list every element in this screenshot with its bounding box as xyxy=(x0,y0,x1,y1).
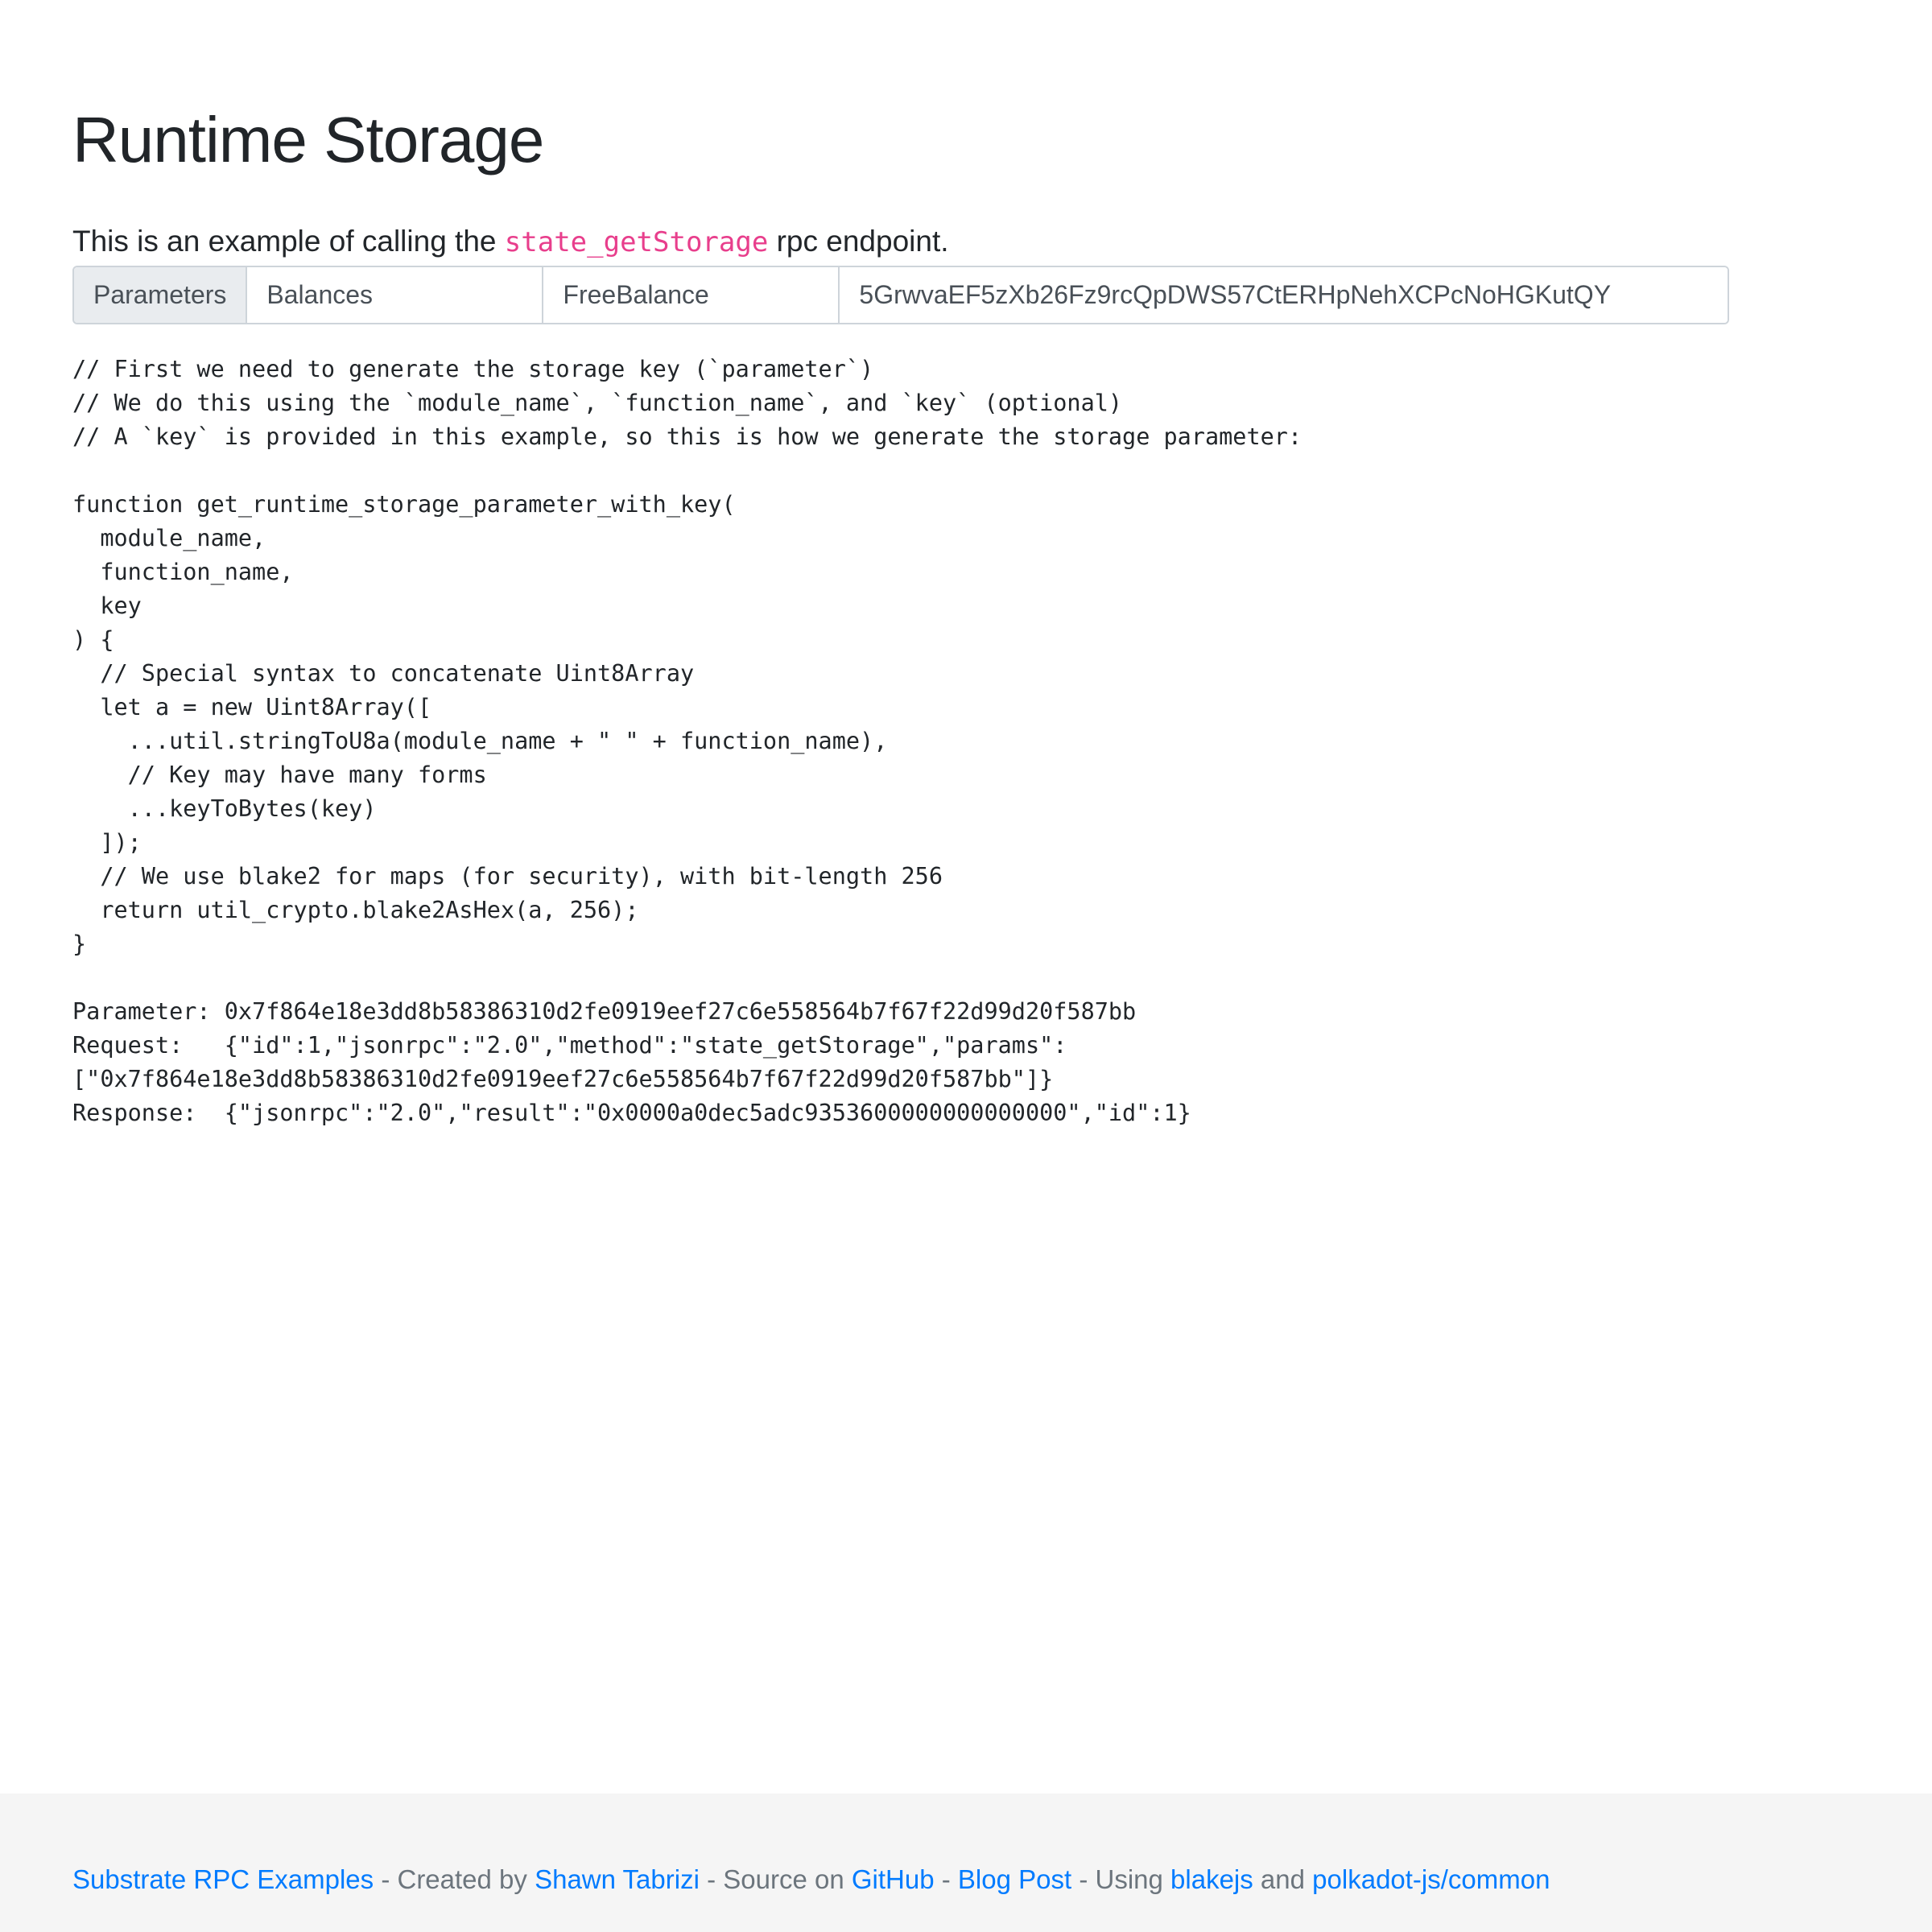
code-line: // First we need to generate the storage… xyxy=(72,356,874,382)
function-name-input[interactable] xyxy=(543,267,840,323)
footer-link-blog[interactable]: Blog Post xyxy=(958,1864,1071,1894)
code-line: // Special syntax to concatenate Uint8Ar… xyxy=(72,660,695,687)
code-line: // We use blake2 for maps (for security)… xyxy=(72,863,943,890)
code-line: } xyxy=(72,931,87,957)
response-value: {"jsonrpc":"2.0","result":"0x0000a0dec5a… xyxy=(224,1100,1191,1126)
description-suffix: rpc endpoint. xyxy=(768,225,949,258)
module-name-input[interactable] xyxy=(247,267,544,323)
parameters-label: Parameters xyxy=(74,267,248,323)
parameter-label: Parameter: xyxy=(72,998,225,1025)
description-prefix: This is an example of calling the xyxy=(72,225,505,258)
code-line: ...util.stringToU8a(module_name + " " + … xyxy=(72,728,888,754)
footer-separator: and xyxy=(1253,1864,1313,1894)
code-line: return util_crypto.blake2AsHex(a, 256); xyxy=(72,897,639,923)
request-label: Request: xyxy=(72,1032,225,1059)
code-line: key xyxy=(72,592,142,619)
footer-link-author[interactable]: Shawn Tabrizi xyxy=(535,1864,700,1894)
code-line: let a = new Uint8Array([ xyxy=(72,694,432,720)
rpc-method-code: state_getStorage xyxy=(504,226,769,258)
code-line: function_name, xyxy=(72,559,294,585)
response-label: Response: xyxy=(72,1100,225,1126)
footer-link-blakejs[interactable]: blakejs xyxy=(1170,1864,1253,1894)
key-input[interactable] xyxy=(840,267,1728,323)
code-line: function get_runtime_storage_parameter_w… xyxy=(72,491,736,518)
footer: Substrate RPC Examples - Created by Shaw… xyxy=(0,1794,1932,1932)
code-line: ]); xyxy=(72,829,142,856)
page-title: Runtime Storage xyxy=(72,104,544,175)
footer-separator: - xyxy=(934,1864,958,1894)
footer-text: Substrate RPC Examples - Created by Shaw… xyxy=(72,1864,1550,1895)
footer-link-polkadot[interactable]: polkadot-js/common xyxy=(1312,1864,1550,1894)
footer-link-examples[interactable]: Substrate RPC Examples xyxy=(72,1864,374,1894)
code-line: ...keyToBytes(key) xyxy=(72,795,377,822)
parameter-value: 0x7f864e18e3dd8b58386310d2fe0919eef27c6e… xyxy=(224,998,1137,1025)
code-block: // First we need to generate the storage… xyxy=(72,353,1302,961)
footer-separator: - Created by xyxy=(374,1864,535,1894)
footer-separator: - Source on xyxy=(699,1864,852,1894)
rpc-output: Parameter: 0x7f864e18e3dd8b58386310d2fe0… xyxy=(72,995,1191,1130)
footer-link-github[interactable]: GitHub xyxy=(852,1864,935,1894)
code-line: // Key may have many forms xyxy=(72,762,487,788)
code-line: ) { xyxy=(72,626,114,653)
parameters-input-group: Parameters xyxy=(72,266,1729,324)
code-line: // A `key` is provided in this example, … xyxy=(72,423,1302,450)
page-description: This is an example of calling the state_… xyxy=(72,225,949,258)
code-line: // We do this using the `module_name`, `… xyxy=(72,390,1123,416)
footer-separator: - Using xyxy=(1071,1864,1171,1894)
code-line: module_name, xyxy=(72,525,266,551)
